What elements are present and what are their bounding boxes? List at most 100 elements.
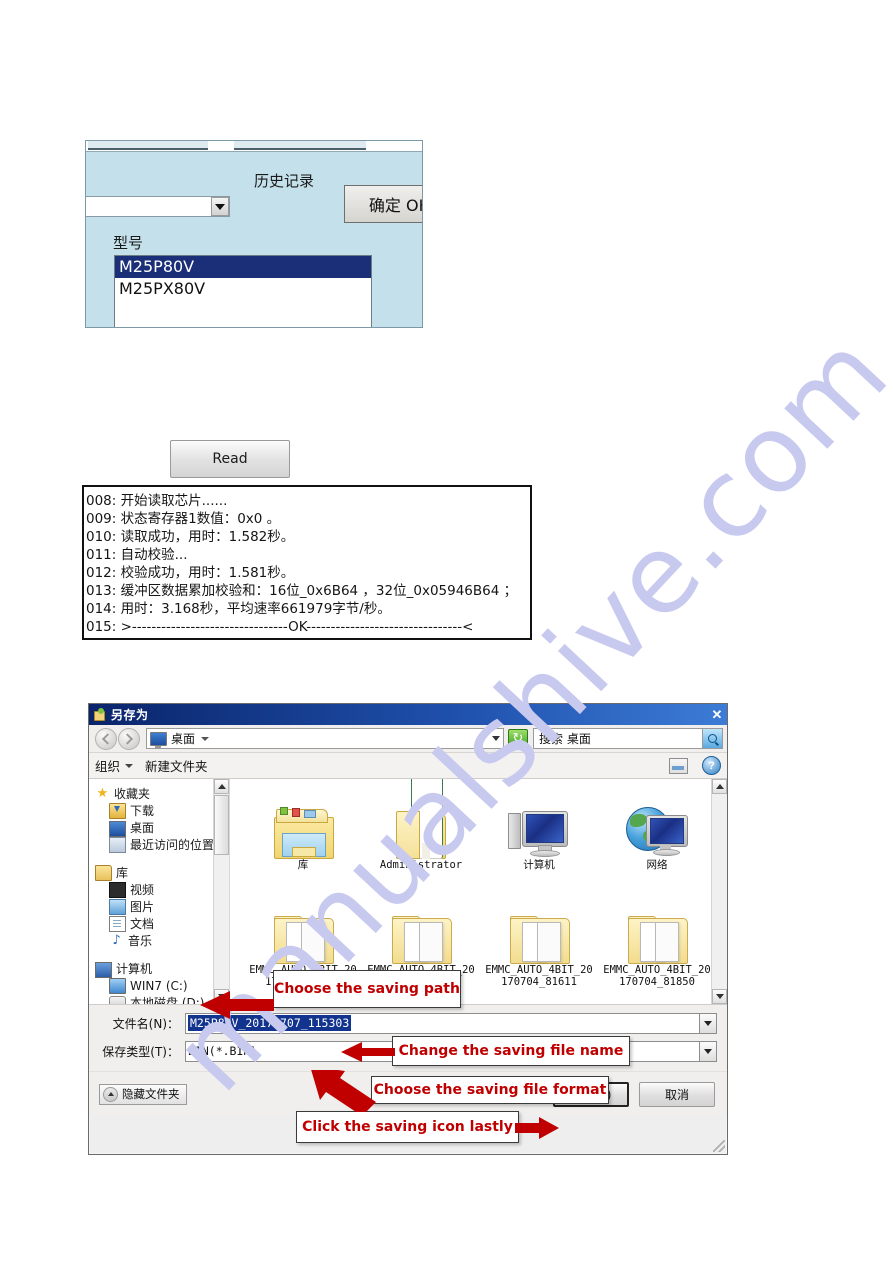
organize-button[interactable]: 组织 [95,756,134,775]
filetype-label: 保存类型(T)： [102,1044,179,1059]
filename-dropdown-icon[interactable] [700,1012,717,1034]
filename-row: 文件名(N)： M25P80V_20170707_115303 [99,1012,717,1034]
nav-item-downloads[interactable]: 下载 [95,802,229,819]
breadcrumb-caret-icon[interactable] [201,736,210,741]
log-line: 015: >--------------------------------OK… [86,619,474,635]
navigation-pane[interactable]: ★ 收藏夹 下载 桌面 最近访问的位置 库 视频 图片 文档 ♪ 音乐 计算机 … [89,779,229,1004]
chevron-down-icon[interactable] [211,197,229,216]
window-chrome-strip [86,141,422,151]
nav-item-pictures[interactable]: 图片 [95,898,229,915]
annotation-choose-path: Choose the saving path [273,970,461,1008]
network-icon [626,787,688,859]
model-label: 型号 [113,234,144,252]
file-item[interactable]: EMMC_AUTO_4BIT_20170704_81611 [480,892,598,997]
log-line: 012: 校验成功，用时：1.581秒。 [86,565,295,581]
nav-item-music[interactable]: ♪ 音乐 [95,932,229,949]
hard-drive-icon [109,977,126,994]
library-icon [95,864,112,881]
list-item[interactable]: M25P80V [115,256,371,278]
chip-dialog-frame: 历史记录 确定 OK 型号 M25P80V M25PX80V [86,151,422,327]
scroll-up-icon[interactable] [712,779,727,794]
search-value: 搜索 桌面 [539,732,591,746]
nav-item-label: 图片 [130,900,155,914]
nav-item-desktop[interactable]: 桌面 [95,819,229,837]
log-line: 014: 用时：3.168秒，平均速率661979字节/秒。 [86,601,391,617]
downloads-icon [109,802,126,819]
toolbar-right-group: ? [669,756,721,775]
annotation-arrow-format [296,1070,382,1112]
nav-item-libraries[interactable]: 库 [95,864,229,881]
read-button[interactable]: Read [170,440,290,478]
nav-item-label: 音乐 [128,934,153,948]
scroll-up-icon[interactable] [214,779,229,794]
file-pane-scrollbar[interactable] [711,779,727,1004]
recent-places-icon [109,836,126,853]
chip-select-dialog: 历史记录 确定 OK 型号 M25P80V M25PX80V [85,140,423,328]
nav-item-documents[interactable]: 文档 [95,915,229,932]
nav-item-computer[interactable]: 计算机 [95,960,229,978]
confirm-ok-button[interactable]: 确定 OK [344,185,422,223]
file-item[interactable]: 库 [244,787,362,892]
annotation-choose-format: Choose the saving file format [371,1076,609,1104]
hide-folders-label: 隐藏文件夹 [122,1087,180,1101]
cancel-button[interactable]: 取消 [639,1081,715,1107]
refresh-icon[interactable]: ↻ [508,728,528,749]
nav-pane-scrollbar[interactable] [213,779,229,1004]
desktop-icon [109,820,126,837]
nav-item-label: 下载 [130,804,155,818]
close-icon[interactable]: ✕ [709,707,725,722]
back-button[interactable] [95,727,117,750]
nav-item-label: 收藏夹 [114,787,151,801]
resize-grip[interactable] [713,1140,725,1152]
file-item[interactable]: EMMC_AUTO_4BIT_20170704_81850 [598,892,716,997]
nav-item-label: WIN7 (C:) [130,978,188,993]
computer-icon [508,787,570,859]
address-bar: 桌面 ↻ 搜索 桌面 [89,725,727,753]
address-input[interactable]: 桌面 [146,728,504,749]
file-name: 网络 [646,859,668,871]
search-input[interactable]: 搜索 桌面 [533,728,723,749]
chrome-tab-left [88,141,208,150]
hide-folders-button[interactable]: 隐藏文件夹 [99,1083,187,1105]
documents-icon [109,915,126,932]
local-disk-icon [109,996,126,1004]
command-toolbar: 组织 新建文件夹 ? [89,753,727,779]
icon-grid: 库 Administrator 计算机 网络 EMMC_AUTO_4BIT_20… [230,779,727,997]
annotation-arrow-save [515,1115,561,1141]
scrollbar-thumb[interactable] [214,795,229,855]
filetype-value: BIN(*.BIN) [188,1044,258,1058]
file-item[interactable]: Administrator [362,779,480,892]
search-icon[interactable] [702,729,722,748]
annotation-change-name: Change the saving file name [392,1036,630,1066]
music-icon: ♪ [112,932,121,948]
new-folder-label: 新建文件夹 [145,759,208,774]
chrome-tab-right [234,141,366,150]
file-name: EMMC_AUTO_4BIT_20170704_81611 [485,964,593,988]
nav-item-videos[interactable]: 视频 [95,881,229,898]
save-icon [93,707,107,722]
help-icon[interactable]: ? [702,756,721,775]
folder-icon [274,892,334,964]
history-combobox[interactable] [86,196,230,217]
folder-icon [628,892,688,964]
nav-item-favorites[interactable]: ★ 收藏夹 [95,785,229,802]
file-name: 计算机 [523,859,555,871]
nav-group-spacer [95,853,229,864]
file-item[interactable]: 计算机 [480,787,598,892]
view-mode-icon[interactable] [669,757,688,774]
star-icon: ★ [96,785,109,801]
log-output-box[interactable]: 007: 检测芯片ID...... 008: 开始读取芯片...... 009:… [82,485,532,640]
annotation-arrow-path [196,988,278,1022]
forward-button[interactable] [118,727,140,750]
scroll-down-icon[interactable] [712,989,727,1004]
filetype-dropdown-icon[interactable] [700,1040,717,1062]
new-folder-button[interactable]: 新建文件夹 [145,756,208,775]
file-item[interactable]: 网络 [598,787,716,892]
title-bar: 另存为 ✕ [89,704,727,725]
list-item[interactable]: M25PX80V [115,278,371,300]
pictures-icon [109,898,126,915]
model-listbox[interactable]: M25P80V M25PX80V [114,255,372,327]
log-line: 010: 读取成功，用时：1.582秒。 [86,529,295,545]
address-dropdown-icon[interactable] [492,736,500,741]
nav-item-recent-places[interactable]: 最近访问的位置 [95,836,229,853]
